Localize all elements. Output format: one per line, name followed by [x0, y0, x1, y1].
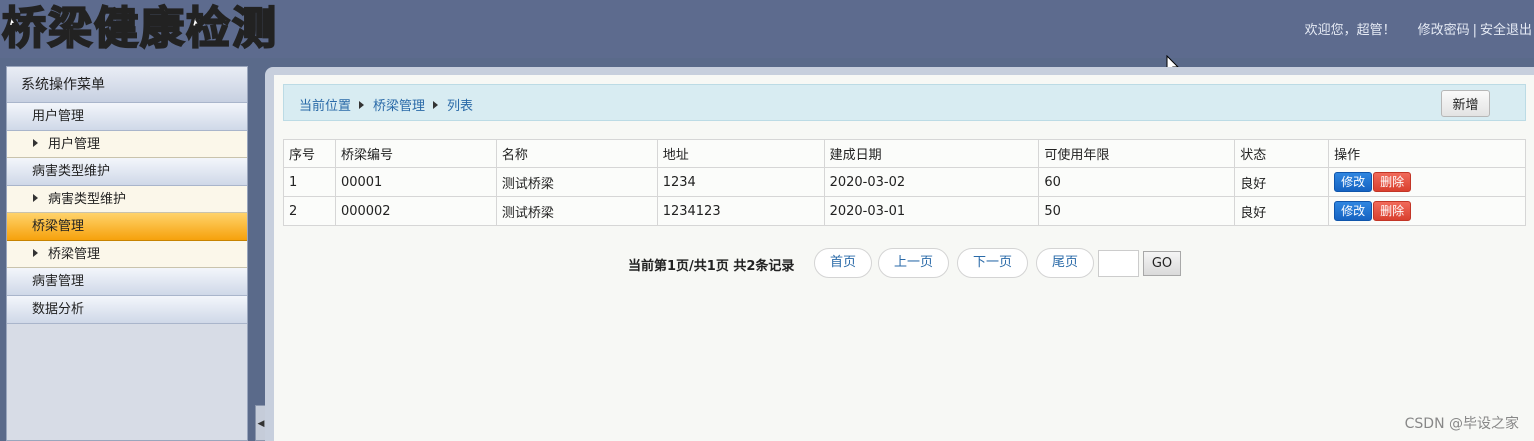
cell-built-date: 2020-03-02	[823, 167, 1040, 197]
breadcrumb-item[interactable]: 桥梁管理	[373, 99, 425, 114]
add-button[interactable]: 新增	[1441, 90, 1490, 117]
breadcrumb-bar: 当前位置 桥梁管理 列表 新增	[283, 84, 1526, 121]
sidebar-menu: 系统操作菜单 用户管理 用户管理 病害类型维护 病害类型维护 桥梁管理 桥梁管理…	[6, 66, 248, 441]
watermark: CSDN @毕设之家	[1404, 416, 1519, 432]
prev-page-button[interactable]: 上一页	[878, 248, 949, 278]
cell-code: 000002	[334, 196, 497, 226]
cell-actions: 修改 删除	[1328, 167, 1526, 197]
change-password-link[interactable]: 修改密码	[1418, 23, 1470, 38]
menu-group-disease-type[interactable]: 病害类型维护	[7, 158, 247, 186]
welcome-text: 欢迎您，超管！	[1304, 23, 1396, 38]
column-header: 建成日期	[823, 139, 1040, 168]
menu-item-disease-type[interactable]: 病害类型维护	[7, 186, 247, 213]
menu-group-disease[interactable]: 病害管理	[7, 268, 247, 296]
cell-address: 1234123	[656, 196, 825, 226]
triangle-right-icon	[433, 101, 439, 109]
table-header-row: 序号 桥梁编号 名称 地址 建成日期 可使用年限 状态 操作	[283, 139, 1526, 168]
edit-button[interactable]: 修改	[1334, 201, 1373, 221]
delete-button[interactable]: 删除	[1373, 201, 1412, 221]
user-bar: 欢迎您，超管！ 修改密码 | 安全退出	[1305, 19, 1532, 38]
cell-status: 良好	[1234, 167, 1330, 197]
app-logo: 桥梁健康检测	[1, 2, 278, 55]
triangle-right-icon	[33, 139, 38, 147]
menu-group-analysis[interactable]: 数据分析	[7, 296, 247, 324]
logout-link[interactable]: 安全退出	[1480, 23, 1532, 38]
cell-name: 测试桥梁	[495, 196, 658, 226]
bridge-table: 序号 桥梁编号 名称 地址 建成日期 可使用年限 状态 操作 1 00001 测…	[283, 139, 1526, 226]
breadcrumb-item: 列表	[447, 99, 474, 114]
triangle-right-icon	[359, 101, 365, 109]
app-header: 桥梁健康检测 欢迎您，超管！ 修改密码 | 安全退出	[0, 0, 1534, 58]
cell-code: 00001	[334, 167, 497, 197]
column-header: 桥梁编号	[334, 139, 497, 168]
table-row: 1 00001 测试桥梁 1234 2020-03-02 60 良好 修改 删除	[283, 167, 1526, 197]
separator: |	[1472, 23, 1477, 38]
breadcrumb-item: 当前位置	[299, 99, 352, 114]
menu-item-label: 用户管理	[48, 137, 101, 152]
column-header: 地址	[656, 139, 825, 168]
triangle-right-icon	[33, 194, 38, 202]
page-info: 当前第1页/共1页 共2条记录	[628, 259, 795, 274]
menu-group-bridge[interactable]: 桥梁管理	[7, 213, 247, 241]
column-header: 序号	[283, 139, 336, 168]
menu-item-label: 病害类型维护	[48, 192, 127, 207]
menu-item-user-management[interactable]: 用户管理	[7, 131, 247, 158]
cell-life-years: 50	[1038, 196, 1236, 226]
menu-item-bridge-management[interactable]: 桥梁管理	[7, 241, 247, 268]
cell-built-date: 2020-03-01	[823, 196, 1040, 226]
edit-button[interactable]: 修改	[1334, 172, 1373, 192]
column-header: 名称	[495, 139, 658, 168]
cell-address: 1234	[656, 167, 825, 197]
go-button[interactable]: GO	[1143, 251, 1181, 276]
next-page-button[interactable]: 下一页	[957, 248, 1028, 278]
column-header: 状态	[1234, 139, 1330, 168]
cell-index: 2	[283, 196, 336, 226]
cell-actions: 修改 删除	[1328, 196, 1526, 226]
table-row: 2 000002 测试桥梁 1234123 2020-03-01 50 良好 修…	[283, 196, 1526, 226]
cell-name: 测试桥梁	[495, 167, 658, 197]
cell-status: 良好	[1234, 196, 1330, 226]
page-number-input[interactable]	[1098, 250, 1139, 277]
menu-group-user[interactable]: 用户管理	[7, 103, 247, 131]
sidebar-title: 系统操作菜单	[7, 67, 247, 103]
delete-button[interactable]: 删除	[1373, 172, 1412, 192]
last-page-button[interactable]: 尾页	[1036, 248, 1094, 278]
column-header: 操作	[1328, 139, 1526, 168]
triangle-right-icon	[33, 249, 38, 257]
first-page-button[interactable]: 首页	[814, 248, 872, 278]
cell-index: 1	[283, 167, 336, 197]
column-header: 可使用年限	[1038, 139, 1236, 168]
cell-life-years: 60	[1038, 167, 1236, 197]
breadcrumb: 当前位置 桥梁管理 列表	[299, 95, 473, 114]
menu-item-label: 桥梁管理	[48, 247, 101, 262]
